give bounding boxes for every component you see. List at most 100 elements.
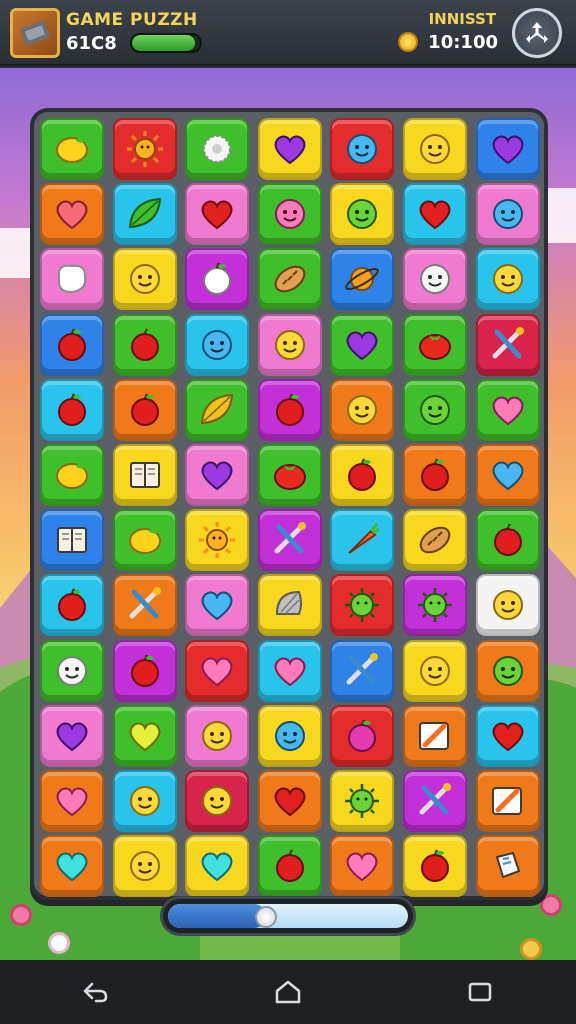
tile-tools[interactable]: [403, 770, 467, 832]
tile-book[interactable]: [112, 444, 177, 506]
tile-planet[interactable]: [330, 248, 395, 311]
tile-heart-pink[interactable]: [475, 378, 540, 441]
tile-tomato[interactable]: [257, 444, 322, 506]
tile-sun[interactable]: [112, 118, 177, 180]
tile-face[interactable]: [112, 248, 177, 311]
tile-heart-yellow[interactable]: [112, 704, 177, 767]
tile-heart-red[interactable]: [257, 770, 322, 832]
tile-face[interactable]: [185, 704, 250, 767]
tile-apple[interactable]: [475, 509, 540, 572]
lemon-icon: [56, 137, 88, 163]
tile-face[interactable]: [475, 248, 540, 311]
tile-tools[interactable]: [257, 509, 322, 572]
tile-book[interactable]: [40, 509, 104, 572]
tile-heart-blue[interactable]: [475, 444, 540, 506]
tile-tools[interactable]: [330, 639, 395, 702]
tile-face[interactable]: [257, 313, 322, 376]
tile-apple-white[interactable]: [185, 248, 250, 311]
tile-face-pink[interactable]: [257, 183, 322, 246]
tile-face[interactable]: [112, 770, 177, 832]
tile-heart-pink[interactable]: [185, 639, 250, 702]
tile-face[interactable]: [403, 639, 467, 702]
tile-face[interactable]: [185, 770, 250, 832]
tile-bread[interactable]: [257, 248, 322, 311]
tile-heart-purple[interactable]: [185, 444, 250, 506]
back-icon[interactable]: [66, 968, 126, 1016]
tile-sun[interactable]: [185, 509, 250, 572]
tile-face[interactable]: [403, 118, 467, 180]
arrows-icon[interactable]: [512, 8, 562, 58]
tile-heart-red[interactable]: [403, 183, 467, 246]
tile-heart-cyan[interactable]: [40, 835, 104, 898]
tile-virus[interactable]: [403, 574, 467, 637]
tile-lemon[interactable]: [112, 509, 177, 572]
tile-face-green[interactable]: [475, 639, 540, 702]
tile-shell[interactable]: [257, 574, 322, 637]
tile-box[interactable]: [475, 835, 540, 898]
apple-icon: [58, 328, 86, 361]
virus-icon: [345, 588, 380, 623]
tile-heart-cyan[interactable]: [185, 835, 250, 898]
tile-tools[interactable]: [112, 574, 177, 637]
progress-knob[interactable]: [255, 906, 278, 928]
tile-face[interactable]: [112, 835, 177, 898]
tile-face-blue[interactable]: [185, 313, 250, 376]
tile-heart-purple[interactable]: [257, 118, 322, 180]
tile-virus[interactable]: [330, 770, 395, 832]
tile-tomato[interactable]: [403, 313, 467, 376]
tile-heart-red[interactable]: [185, 183, 250, 246]
tile-heart[interactable]: [40, 183, 104, 246]
face-icon: [347, 394, 378, 425]
tile-apple[interactable]: [257, 835, 322, 898]
tile-heart-pink[interactable]: [40, 770, 104, 832]
energy-bar: [130, 33, 202, 53]
tile-leaf-yellow[interactable]: [185, 378, 250, 441]
recents-icon[interactable]: [450, 968, 510, 1016]
tile-leaf[interactable]: [112, 183, 177, 246]
tile-apple[interactable]: [40, 313, 104, 376]
tile-pencil[interactable]: [475, 770, 540, 832]
tile-apple-pink[interactable]: [330, 704, 395, 767]
tile-apple[interactable]: [403, 444, 467, 506]
tile-dandelion[interactable]: [185, 118, 250, 180]
tile-apple[interactable]: [112, 639, 177, 702]
tile-virus[interactable]: [330, 574, 395, 637]
tile-face-white[interactable]: [403, 248, 467, 311]
level-title: INNISST: [428, 10, 496, 28]
tile-face-green[interactable]: [330, 183, 395, 246]
tile-face-green[interactable]: [403, 378, 467, 441]
tile-apple[interactable]: [112, 313, 177, 376]
tile-lemon[interactable]: [40, 118, 104, 180]
tile-heart-purple[interactable]: [40, 704, 104, 767]
flower: [540, 894, 562, 916]
tile-face-blue[interactable]: [475, 183, 540, 246]
heart-purple-icon: [492, 135, 523, 165]
tile-face-blue[interactable]: [330, 118, 395, 180]
tile-heart-red[interactable]: [475, 704, 540, 767]
level-progress-slider[interactable]: [160, 896, 416, 936]
tile-pencil[interactable]: [403, 704, 467, 767]
tile-carrot[interactable]: [330, 509, 395, 572]
tile-apple[interactable]: [40, 378, 104, 441]
tile-face-white[interactable]: [40, 639, 104, 702]
tile-white-blob[interactable]: [40, 248, 104, 311]
tile-heart-pink[interactable]: [257, 639, 322, 702]
tile-lemon[interactable]: [40, 444, 104, 506]
tile-heart-purple[interactable]: [475, 118, 540, 180]
tile-apple[interactable]: [257, 378, 322, 441]
tile-apple[interactable]: [330, 444, 395, 506]
tile-tools[interactable]: [475, 313, 540, 376]
tile-apple[interactable]: [112, 378, 177, 441]
tile-face[interactable]: [475, 574, 540, 637]
tile-face[interactable]: [330, 378, 395, 441]
tile-heart-blue[interactable]: [185, 574, 250, 637]
tile-heart-pink[interactable]: [330, 835, 395, 898]
tile-heart-purple[interactable]: [330, 313, 395, 376]
tile-bread[interactable]: [403, 509, 467, 572]
tile-apple[interactable]: [40, 574, 104, 637]
heart-red-icon: [419, 200, 451, 230]
home-icon[interactable]: [258, 968, 318, 1016]
tools-icon: [129, 587, 161, 619]
tile-apple[interactable]: [403, 835, 467, 898]
tile-face-blue[interactable]: [257, 704, 322, 767]
